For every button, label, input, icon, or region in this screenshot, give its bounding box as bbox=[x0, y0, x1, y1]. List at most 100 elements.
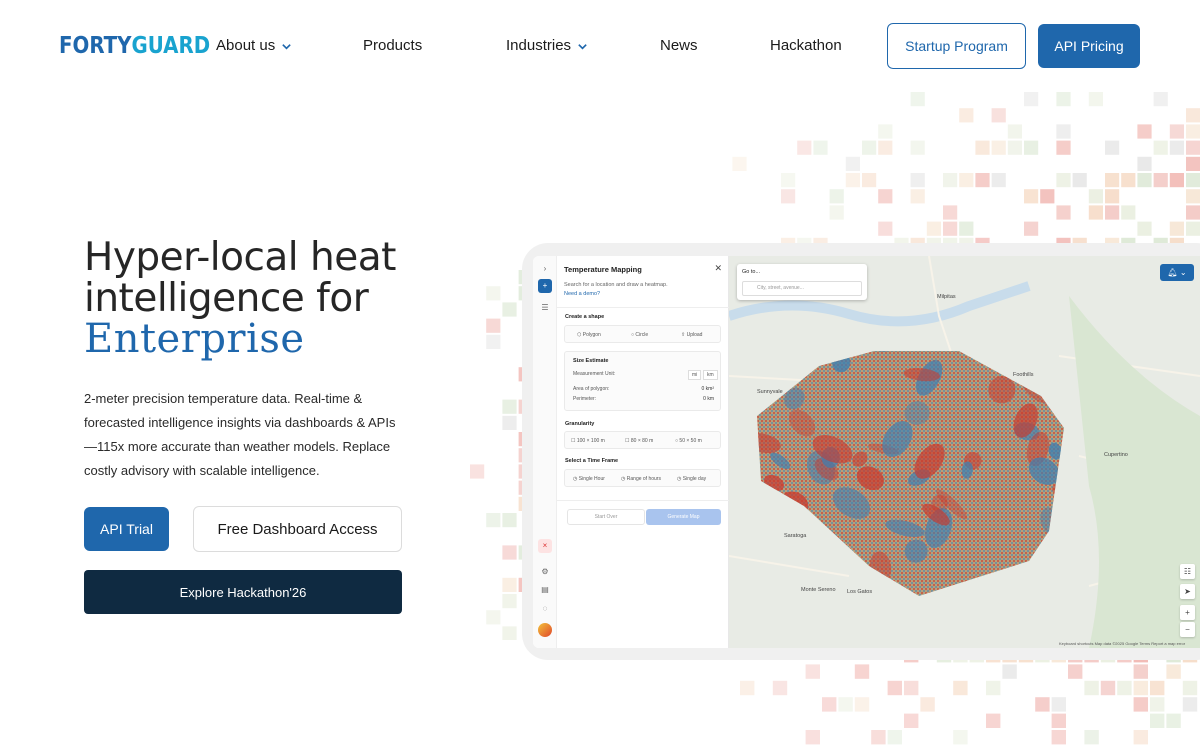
pixel-tile bbox=[862, 140, 877, 155]
pixel-tile bbox=[1056, 140, 1071, 155]
pixel-tile bbox=[910, 92, 925, 107]
pixel-tile bbox=[502, 302, 517, 317]
document-icon[interactable]: ▤ bbox=[538, 583, 552, 597]
pixel-tile bbox=[1137, 221, 1152, 236]
tf-range-option[interactable]: ◷ Range of hours bbox=[621, 476, 661, 482]
bell-icon: 🔔︎ ⌄ bbox=[1167, 268, 1187, 277]
nav-about-us-label: About us bbox=[216, 37, 276, 54]
hero-heading-accent: Enterprise bbox=[84, 316, 305, 362]
nav-products-label: Products bbox=[363, 37, 423, 54]
close-icon[interactable]: ✕ bbox=[714, 263, 722, 274]
pixel-tile bbox=[486, 334, 501, 349]
shape-polygon-option[interactable]: ⬡ Polygon bbox=[577, 332, 601, 338]
granularity-options: ☐ 100 × 100 m ☐ 80 × 80 m ○ 50 × 50 m bbox=[564, 431, 721, 449]
pixel-tile bbox=[1056, 173, 1071, 188]
pixel-tile bbox=[1121, 173, 1136, 188]
hero-heading-line1: Hyper-local heat bbox=[84, 235, 396, 280]
pixel-tile bbox=[1051, 697, 1066, 712]
startup-program-button[interactable]: Startup Program bbox=[887, 23, 1026, 69]
pixel-tile bbox=[904, 713, 919, 728]
nav-industries[interactable]: Industries bbox=[506, 36, 588, 56]
tf-single-day-option[interactable]: ◷ Single day bbox=[677, 476, 706, 482]
pixel-tile bbox=[1088, 189, 1103, 204]
user-avatar[interactable] bbox=[538, 623, 552, 637]
pixel-tile bbox=[1137, 173, 1152, 188]
pixel-tile bbox=[470, 464, 485, 479]
chevron-down-icon bbox=[282, 43, 291, 50]
chevron-icon[interactable]: › bbox=[538, 262, 552, 276]
pixel-tile bbox=[1105, 173, 1120, 188]
map-canvas[interactable]: Milpitas Sunnyvale Saratoga Monte Sereno Los… bbox=[729, 256, 1200, 648]
pixel-tile bbox=[1056, 124, 1071, 139]
nav-about-us[interactable]: About us bbox=[216, 36, 292, 56]
pixel-tile bbox=[1024, 221, 1039, 236]
pixel-tile bbox=[887, 730, 902, 745]
nav-industries-label: Industries bbox=[506, 37, 572, 54]
nav-products[interactable]: Products bbox=[363, 36, 422, 56]
pixel-tile bbox=[1088, 92, 1103, 107]
api-trial-button[interactable]: API Trial bbox=[84, 507, 169, 551]
pixel-tile bbox=[1153, 173, 1168, 188]
legend-icon[interactable]: ☷ bbox=[1180, 564, 1195, 579]
gran-80-label: 80 × 80 m bbox=[630, 438, 654, 444]
need-demo-link[interactable]: Need a demo? bbox=[564, 291, 600, 297]
pixel-tile bbox=[1084, 680, 1099, 696]
pixel-tile bbox=[1133, 680, 1148, 696]
generate-map-button[interactable]: Generate Map bbox=[646, 509, 721, 525]
pixel-tile bbox=[1024, 189, 1039, 204]
nav-news-label: News bbox=[660, 37, 698, 54]
pixel-tile bbox=[1153, 92, 1168, 107]
pixel-tile bbox=[772, 680, 788, 696]
size-estimate-box: Size Estimate Measurement Unit: mi km Ar… bbox=[564, 351, 721, 411]
free-dashboard-access-button[interactable]: Free Dashboard Access bbox=[193, 506, 402, 552]
explore-hackathon-button[interactable]: Explore Hackathon'26 bbox=[84, 570, 402, 614]
fortyguard-logo[interactable]: FORTYGUARD bbox=[59, 33, 210, 59]
pixel-tile bbox=[943, 221, 958, 236]
nav-hackathon-label: Hackathon bbox=[770, 37, 842, 54]
api-pricing-button[interactable]: API Pricing bbox=[1038, 24, 1140, 68]
pixel-tile bbox=[805, 730, 820, 745]
pixel-tile bbox=[740, 680, 755, 696]
panel-subtitle: Search for a location and draw a heatmap… bbox=[564, 282, 668, 288]
gran-100-option[interactable]: ☐ 100 × 100 m bbox=[571, 438, 605, 444]
start-over-button[interactable]: Start Over bbox=[567, 509, 645, 525]
pixel-tile bbox=[1150, 697, 1165, 712]
shape-upload-option[interactable]: ⇪ Upload bbox=[681, 332, 702, 338]
add-layer-icon[interactable]: + bbox=[538, 279, 552, 293]
pixel-tile bbox=[1150, 713, 1165, 728]
shape-circle-option[interactable]: ○ Circle bbox=[631, 332, 648, 338]
list-icon[interactable]: ☰ bbox=[538, 301, 552, 315]
pixel-tile bbox=[813, 140, 828, 155]
pixel-tile bbox=[959, 221, 974, 236]
gran-100-label: 100 × 100 m bbox=[576, 438, 605, 444]
pixel-tile bbox=[486, 318, 501, 333]
locate-icon[interactable]: ➤ bbox=[1180, 584, 1195, 599]
close-icon[interactable]: × bbox=[538, 539, 552, 553]
gran-80-option[interactable]: ☐ 80 × 80 m bbox=[625, 438, 653, 444]
zoom-out-button[interactable]: − bbox=[1180, 622, 1195, 637]
zoom-in-button[interactable]: + bbox=[1180, 605, 1195, 620]
pixel-tile bbox=[1100, 680, 1116, 696]
unit-km-toggle[interactable]: km bbox=[703, 370, 718, 380]
map-attribution: Keyboard shortcuts Map data ©2025 Google… bbox=[1059, 641, 1186, 646]
pixel-tile bbox=[1169, 124, 1184, 139]
nav-news[interactable]: News bbox=[660, 36, 698, 56]
map-place-label: Los Gatos bbox=[847, 589, 872, 595]
shape-upload-label: Upload bbox=[686, 332, 703, 338]
pixel-tile bbox=[854, 664, 870, 679]
gran-50-option[interactable]: ○ 50 × 50 m bbox=[675, 438, 702, 444]
heatmap-map[interactable]: Milpitas Sunnyvale Saratoga Monte Sereno Los… bbox=[729, 256, 1200, 648]
pixel-tile bbox=[1133, 697, 1148, 712]
tf-single-hour-option[interactable]: ◷ Single Hour bbox=[573, 476, 605, 482]
map-place-label: Monte Sereno bbox=[801, 587, 836, 593]
gear-icon[interactable]: ⚙ bbox=[538, 565, 552, 579]
chat-icon[interactable]: ◌ bbox=[538, 602, 552, 616]
pixel-tile bbox=[1121, 205, 1136, 220]
notification-bell-button[interactable]: 🔔︎ ⌄ bbox=[1160, 264, 1194, 281]
nav-hackathon[interactable]: Hackathon bbox=[770, 36, 842, 56]
unit-mi-toggle[interactable]: mi bbox=[688, 370, 702, 380]
goto-search-input[interactable]: City, street, avenue... bbox=[742, 281, 862, 296]
divider bbox=[557, 500, 729, 501]
map-place-label: Saratoga bbox=[784, 533, 807, 539]
pixel-tile bbox=[1051, 730, 1066, 745]
